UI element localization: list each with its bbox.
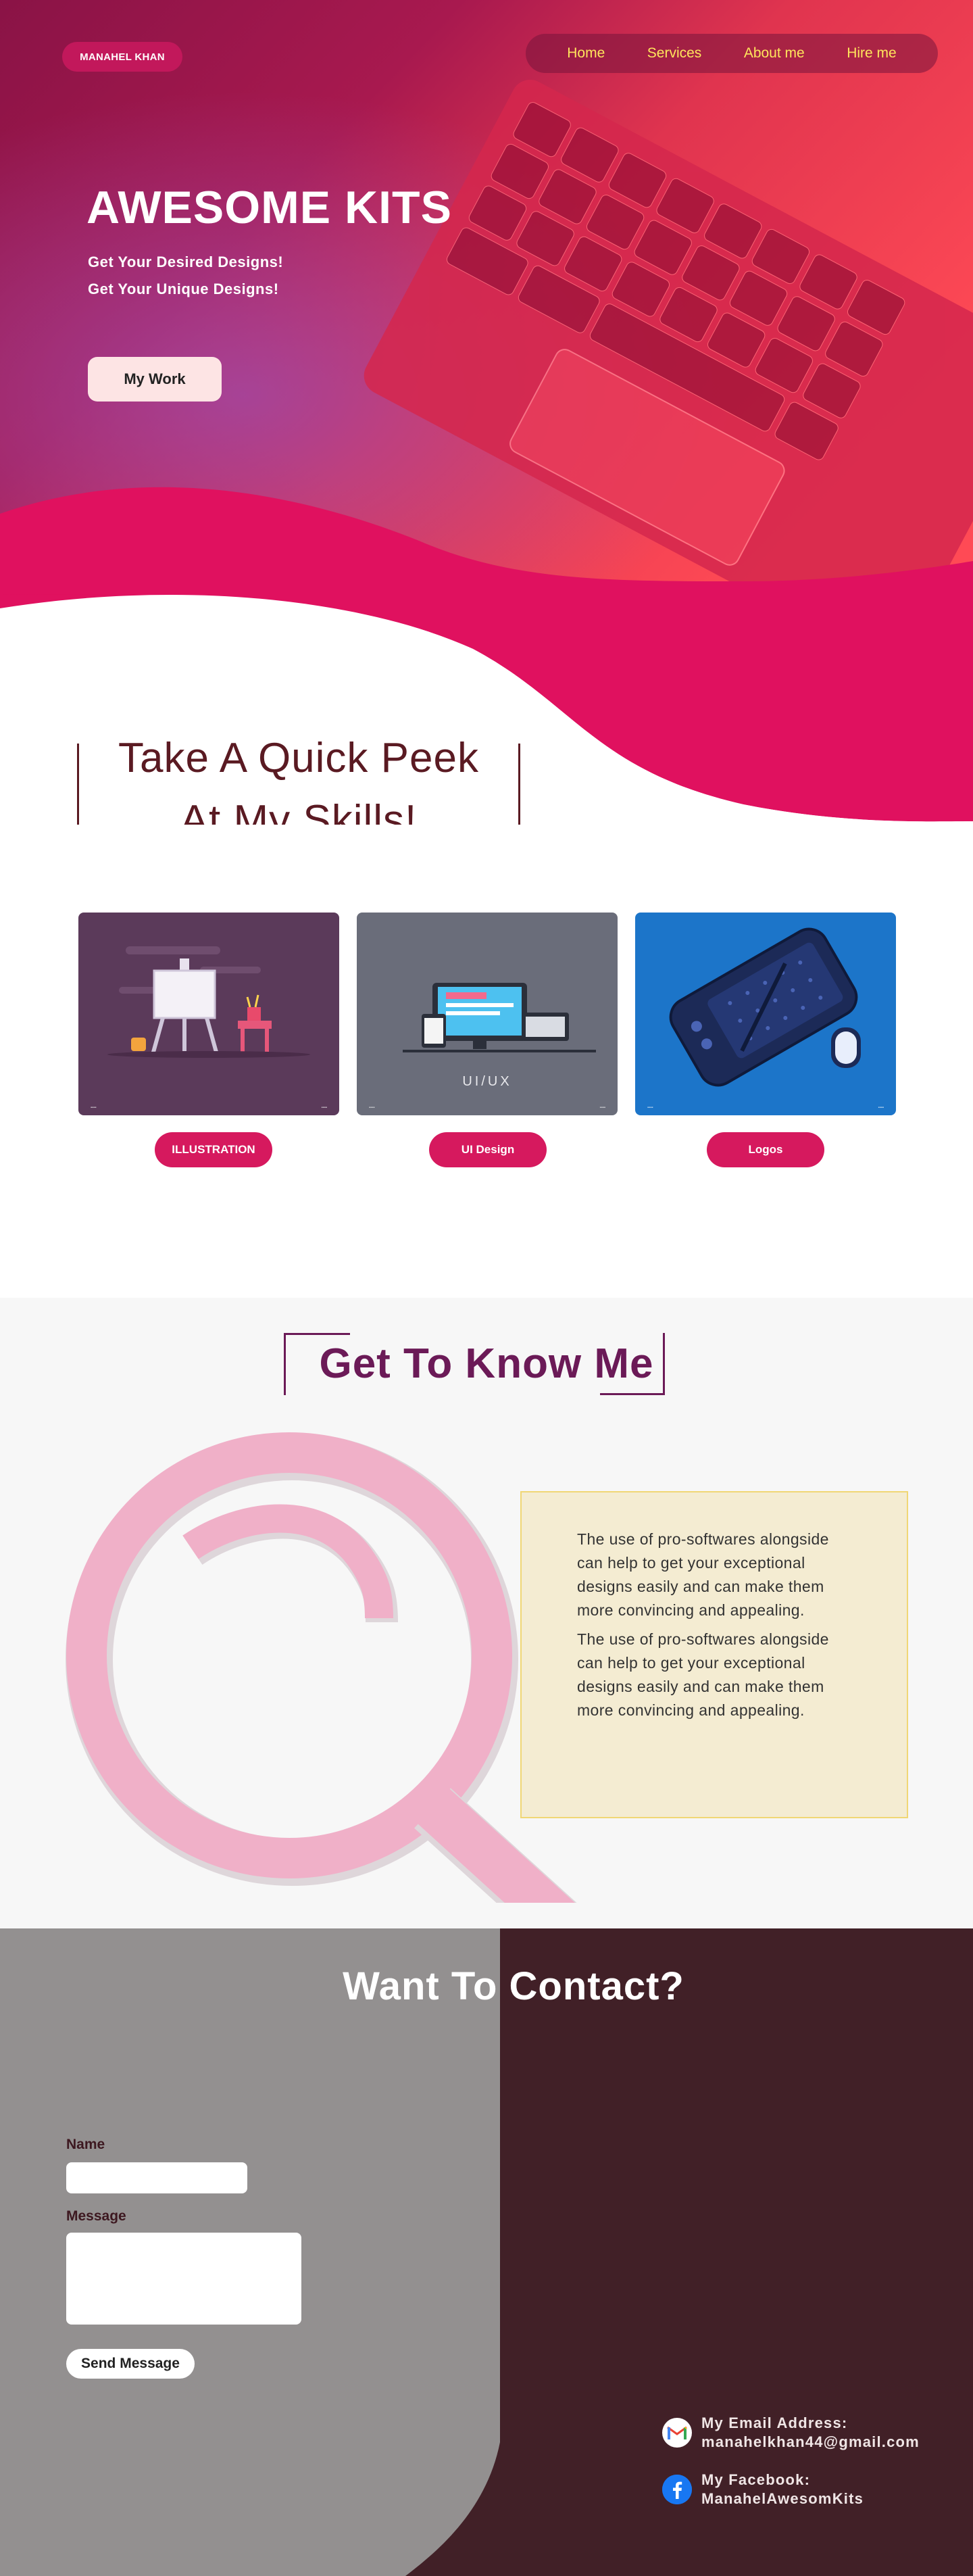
facebook-icon xyxy=(662,2475,692,2504)
facebook-handle[interactable]: ManahelAwesomKits xyxy=(701,2489,864,2508)
hero-subtitle-line-1: Get Your Desired Designs! xyxy=(88,253,284,270)
hero-subtitle-line-2: Get Your Unique Designs! xyxy=(88,281,279,297)
nav-home[interactable]: Home xyxy=(567,45,605,62)
card-footer: ▪▪▪▪ ▪▪▪▪ xyxy=(647,1106,884,1110)
skills-heading: Take A Quick Peek At My Skills! xyxy=(77,727,520,825)
name-input[interactable] xyxy=(66,2162,247,2193)
nav-about-me[interactable]: About me xyxy=(744,45,805,62)
devices-illustration: UI/UX xyxy=(403,983,596,1089)
gmail-icon xyxy=(662,2418,692,2448)
illustration-card[interactable]: ▪▪▪▪ ▪▪▪▪ xyxy=(78,913,339,1115)
about-title: Get To Know Me xyxy=(319,1340,654,1387)
skills-cards: ▪▪▪▪ ▪▪▪▪ ILLUSTRATION UI/UX ▪▪▪▪ ▪▪▪▪ UI … xyxy=(0,913,973,1183)
hero-title: AWESOME KITS xyxy=(86,182,452,233)
brand-logo[interactable]: MANAHEL KHAN xyxy=(62,42,182,72)
about-paragraph-2: The use of pro-softwares alongside can h… xyxy=(577,1630,829,1719)
easel-illustration xyxy=(107,946,310,1058)
ui-ux-caption: UI/UX xyxy=(462,1074,512,1089)
message-textarea[interactable] xyxy=(66,2233,301,2325)
ui-design-button[interactable]: UI Design xyxy=(429,1132,547,1167)
my-work-button[interactable]: My Work xyxy=(88,357,222,402)
skills-heading-line-1: Take A Quick Peek xyxy=(118,735,479,781)
logos-card[interactable]: ▪▪▪▪ ▪▪▪▪ xyxy=(635,913,896,1115)
hero-section: MANAHEL KHAN Home Services About me Hire… xyxy=(0,0,973,825)
message-label: Message xyxy=(66,2208,126,2224)
about-paragraph-1: The use of pro-softwares alongside can h… xyxy=(577,1530,829,1619)
hero-subtitle: Get Your Desired Designs! Get Your Uniqu… xyxy=(88,249,283,303)
drawing-tablet-illustration xyxy=(669,927,861,1087)
skills-heading-line-2: At My Skills! xyxy=(180,797,418,825)
email-address[interactable]: manahelkhan44@gmail.com xyxy=(701,2433,920,2452)
nav-menu: Home Services About me Hire me xyxy=(526,34,938,73)
email-info: My Email Address: manahelkhan44@gmail.co… xyxy=(662,2414,920,2452)
illustration-button[interactable]: ILLUSTRATION xyxy=(155,1132,272,1167)
top-navigation: MANAHEL KHAN Home Services About me Hire… xyxy=(0,0,973,115)
email-text: My Email Address: manahelkhan44@gmail.co… xyxy=(701,2414,920,2452)
about-section: Get To Know Me The use of pro-softwares … xyxy=(0,1298,973,1928)
nav-hire-me[interactable]: Hire me xyxy=(847,45,897,62)
magnifier-icon xyxy=(66,1432,577,1903)
facebook-text: My Facebook: ManahelAwesomKits xyxy=(701,2471,864,2508)
nav-services[interactable]: Services xyxy=(647,45,702,62)
logos-button[interactable]: Logos xyxy=(707,1132,824,1167)
name-label: Name xyxy=(66,2137,105,2152)
facebook-info: My Facebook: ManahelAwesomKits xyxy=(662,2471,864,2508)
contact-section: Want To Contact? Name Message Send Messa… xyxy=(0,1928,973,2576)
about-text-box: The use of pro-softwares alongside can h… xyxy=(520,1491,908,1818)
facebook-label: My Facebook: xyxy=(701,2471,811,2488)
email-label: My Email Address: xyxy=(701,2414,848,2431)
card-footer: ▪▪▪▪ ▪▪▪▪ xyxy=(369,1106,605,1110)
hero-background xyxy=(0,0,973,825)
contact-title: Want To Contact? xyxy=(343,1964,684,2008)
ui-design-card[interactable]: UI/UX ▪▪▪▪ ▪▪▪▪ xyxy=(357,913,618,1115)
card-footer: ▪▪▪▪ ▪▪▪▪ xyxy=(91,1106,327,1110)
send-message-button[interactable]: Send Message xyxy=(66,2349,195,2379)
